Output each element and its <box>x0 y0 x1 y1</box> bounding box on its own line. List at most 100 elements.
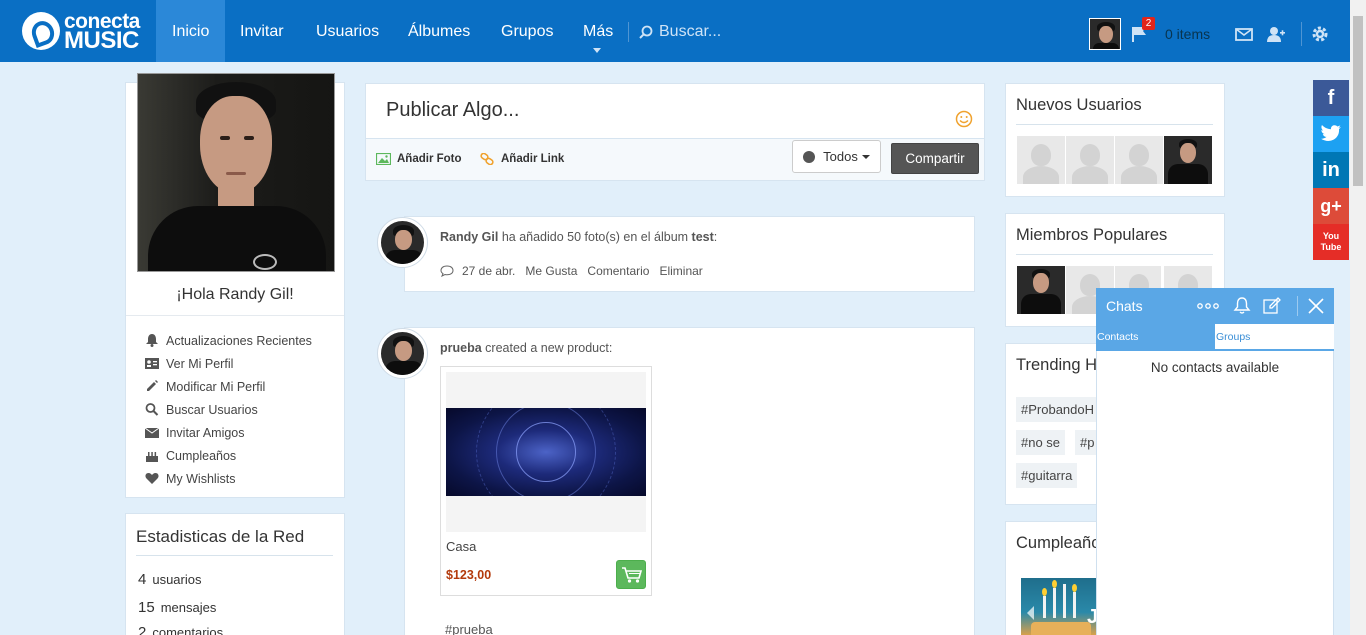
settings-gear-icon[interactable] <box>1311 25 1329 43</box>
feed-hashtag[interactable]: #prueba <box>445 622 493 635</box>
google-plus-icon[interactable]: g+ <box>1313 188 1349 224</box>
product-name[interactable]: Casa <box>446 539 476 554</box>
feed-item-meta: 27 de abr. Me Gusta Comentario Eliminar <box>440 264 713 278</box>
share-button[interactable]: Compartir <box>891 143 979 174</box>
nav-usuarios[interactable]: Usuarios <box>300 0 395 62</box>
add-link-button[interactable]: Añadir Link <box>480 153 564 165</box>
add-link-label: Añadir Link <box>501 153 565 165</box>
twitter-bird-icon <box>1321 125 1341 142</box>
user-thumb[interactable] <box>1115 136 1163 184</box>
nav-invitar[interactable]: Invitar <box>224 0 300 62</box>
feed-action-text: created a new product: <box>481 341 613 355</box>
feed-album-link[interactable]: test <box>692 230 714 244</box>
add-photo-label: Añadir Foto <box>397 153 462 165</box>
feed-avatar[interactable] <box>377 328 428 379</box>
twitter-icon[interactable] <box>1313 116 1349 152</box>
hashtag-chip[interactable]: #no se <box>1016 430 1066 455</box>
stats-title: Estadisticas de la Red <box>136 527 305 546</box>
delete-link[interactable]: Eliminar <box>659 264 702 278</box>
add-photo-button[interactable]: Añadir Foto <box>376 153 462 165</box>
stat-users: 4 usuarios <box>138 571 201 588</box>
globe-icon <box>803 150 816 163</box>
site-logo[interactable]: conecta MUSIC <box>22 10 147 54</box>
nav-separator <box>628 22 629 42</box>
stat-value: 4 <box>138 571 147 588</box>
like-link[interactable]: Me Gusta <box>525 264 577 278</box>
product-price: $123,00 <box>446 568 492 582</box>
chat-notifications-bell-icon[interactable] <box>1233 297 1251 315</box>
logo-text-bottom: MUSIC <box>64 27 139 54</box>
feed-avatar[interactable] <box>377 217 428 268</box>
comment-link[interactable]: Comentario <box>587 264 649 278</box>
user-thumb[interactable] <box>1017 136 1065 184</box>
menu-item-search-users[interactable]: Buscar Usuarios <box>145 398 312 421</box>
user-thumb[interactable] <box>1164 136 1212 184</box>
emoji-smiley-icon[interactable] <box>955 110 973 128</box>
menu-item-birthdays[interactable]: Cumpleaños <box>145 444 312 467</box>
stat-value: 15 <box>138 599 155 616</box>
feed-date: 27 de abr. <box>462 264 516 278</box>
stats-divider <box>136 555 333 556</box>
linkedin-icon[interactable]: in <box>1313 152 1349 188</box>
menu-item-label: Modificar Mi Perfil <box>166 379 266 394</box>
nav-grupos[interactable]: Grupos <box>485 0 569 62</box>
chat-empty-message: No contacts available <box>1150 360 1280 375</box>
search-input[interactable] <box>659 20 799 44</box>
chat-tab-groups[interactable]: Groups <box>1215 324 1334 351</box>
menu-item-edit-profile[interactable]: Modificar Mi Perfil <box>145 375 312 398</box>
profile-divider <box>126 315 344 316</box>
compose-edit-icon[interactable] <box>1263 297 1281 315</box>
menu-item-updates[interactable]: Actualizaciones Recientes <box>145 329 312 352</box>
user-thumb[interactable] <box>1066 136 1114 184</box>
privacy-dropdown[interactable]: Todos <box>792 140 881 173</box>
top-navbar: conecta MUSIC Inicio Invitar Usuarios Ál… <box>0 0 1350 62</box>
nav-mas-caret-icon[interactable] <box>593 48 601 53</box>
popular-members-title: Miembros Populares <box>1016 226 1168 244</box>
friend-requests-icon[interactable] <box>1267 26 1285 42</box>
composer-input[interactable]: Publicar Algo... <box>386 99 519 122</box>
search-icon[interactable] <box>639 25 653 39</box>
cart-items-link[interactable]: 0 items <box>1165 26 1210 42</box>
stat-messages: 15 mensajes <box>138 599 216 616</box>
page-scrollbar[interactable] <box>1350 0 1366 635</box>
more-options-icon[interactable] <box>1197 297 1219 315</box>
caret-down-icon <box>861 154 870 159</box>
new-users-title: Nuevos Usuarios <box>1016 96 1142 114</box>
feed-item <box>404 216 975 292</box>
product-image[interactable] <box>446 408 646 496</box>
nav-inicio[interactable]: Inicio <box>156 0 226 62</box>
menu-item-label: Ver Mi Perfil <box>166 356 234 371</box>
add-to-cart-button[interactable] <box>616 560 646 589</box>
notification-badge: 2 <box>1142 17 1155 30</box>
menu-item-wishlists[interactable]: My Wishlists <box>145 467 312 490</box>
messages-envelope-icon[interactable] <box>1235 26 1253 42</box>
user-thumb[interactable] <box>1017 266 1065 314</box>
card-divider <box>1016 124 1213 125</box>
menu-item-invite-friends[interactable]: Invitar Amigos <box>145 421 312 444</box>
youtube-icon[interactable]: You Tube <box>1313 224 1349 260</box>
facebook-icon[interactable]: f <box>1313 80 1349 116</box>
link-icon <box>480 153 494 165</box>
envelope-icon <box>145 427 159 438</box>
feed-author-link[interactable]: Randy Gil <box>440 230 498 244</box>
feed-author-link[interactable]: prueba <box>440 341 482 355</box>
id-card-icon <box>145 358 159 369</box>
stat-label: usuarios <box>152 572 202 587</box>
chat-tab-contacts[interactable]: Contacts <box>1096 324 1215 351</box>
feed-item-text: prueba created a new product: <box>440 341 612 355</box>
birthdays-title: Cumpleaño <box>1016 534 1101 552</box>
close-icon[interactable] <box>1308 298 1324 314</box>
menu-item-view-profile[interactable]: Ver Mi Perfil <box>145 352 312 375</box>
chat-title: Chats <box>1106 298 1143 314</box>
carousel-prev-icon[interactable] <box>1027 606 1034 620</box>
user-avatar[interactable] <box>1089 18 1121 50</box>
menu-item-label: My Wishlists <box>166 471 236 486</box>
menu-item-label: Actualizaciones Recientes <box>166 333 312 348</box>
nav-albumes[interactable]: Álbumes <box>392 0 486 62</box>
hashtag-chip[interactable]: #guitarra <box>1016 463 1078 488</box>
hashtag-chip[interactable]: #ProbandoH <box>1016 397 1099 422</box>
menu-item-label: Cumpleaños <box>166 448 237 463</box>
profile-photo[interactable] <box>137 73 335 272</box>
toolbar-separator <box>1301 22 1302 46</box>
scrollbar-thumb[interactable] <box>1353 16 1363 186</box>
